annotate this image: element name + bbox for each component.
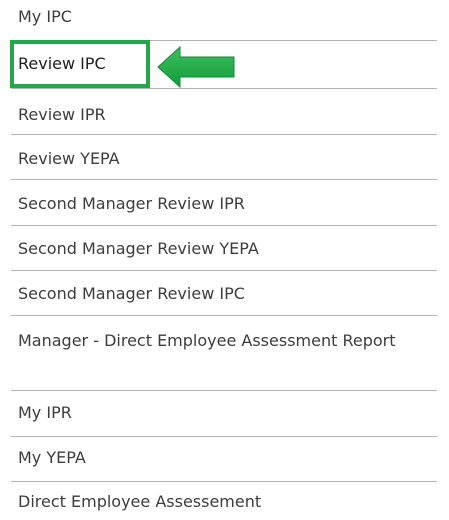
menu-item-label: Second Manager Review IPC [18,284,245,303]
menu-item-my-ipr[interactable]: My IPR [18,402,438,424]
menu-item-second-manager-review-ipc[interactable]: Second Manager Review IPC [18,283,438,305]
menu-item-label: My IPR [18,403,72,422]
menu-item-review-yepa[interactable]: Review YEPA [18,148,438,170]
menu-item-direct-employee-assessement[interactable]: Direct Employee Assessement [18,491,438,513]
divider [11,436,437,437]
menu-item-manager-direct-employee-assessment-report[interactable]: Manager - Direct Employee Assessment Rep… [18,330,438,352]
menu-item-review-ipr[interactable]: Review IPR [18,104,438,126]
divider [11,315,437,316]
menu-item-label: Second Manager Review IPR [18,194,245,213]
left-arrow-icon [157,45,235,89]
menu-item-label: Second Manager Review YEPA [18,239,259,258]
divider [11,481,437,482]
menu-item-second-manager-review-ipr[interactable]: Second Manager Review IPR [18,193,438,215]
divider [11,225,437,226]
menu-item-my-ipc[interactable]: My IPC [18,6,438,28]
divider [11,179,437,180]
menu-item-label: Review IPR [18,105,106,124]
menu-item-second-manager-review-yepa[interactable]: Second Manager Review YEPA [18,238,438,260]
menu-item-label: Review YEPA [18,149,120,168]
navigation-menu: My IPC Review IPC Review IPR Review YEPA… [0,0,449,520]
menu-item-my-yepa[interactable]: My YEPA [18,447,438,469]
divider [11,270,437,271]
menu-item-label: My YEPA [18,448,86,467]
divider [11,134,437,135]
menu-item-label: Manager - Direct Employee Assessment Rep… [18,331,396,350]
menu-item-label: Direct Employee Assessement [18,492,262,511]
menu-item-label: My IPC [18,7,72,26]
divider [11,390,437,391]
